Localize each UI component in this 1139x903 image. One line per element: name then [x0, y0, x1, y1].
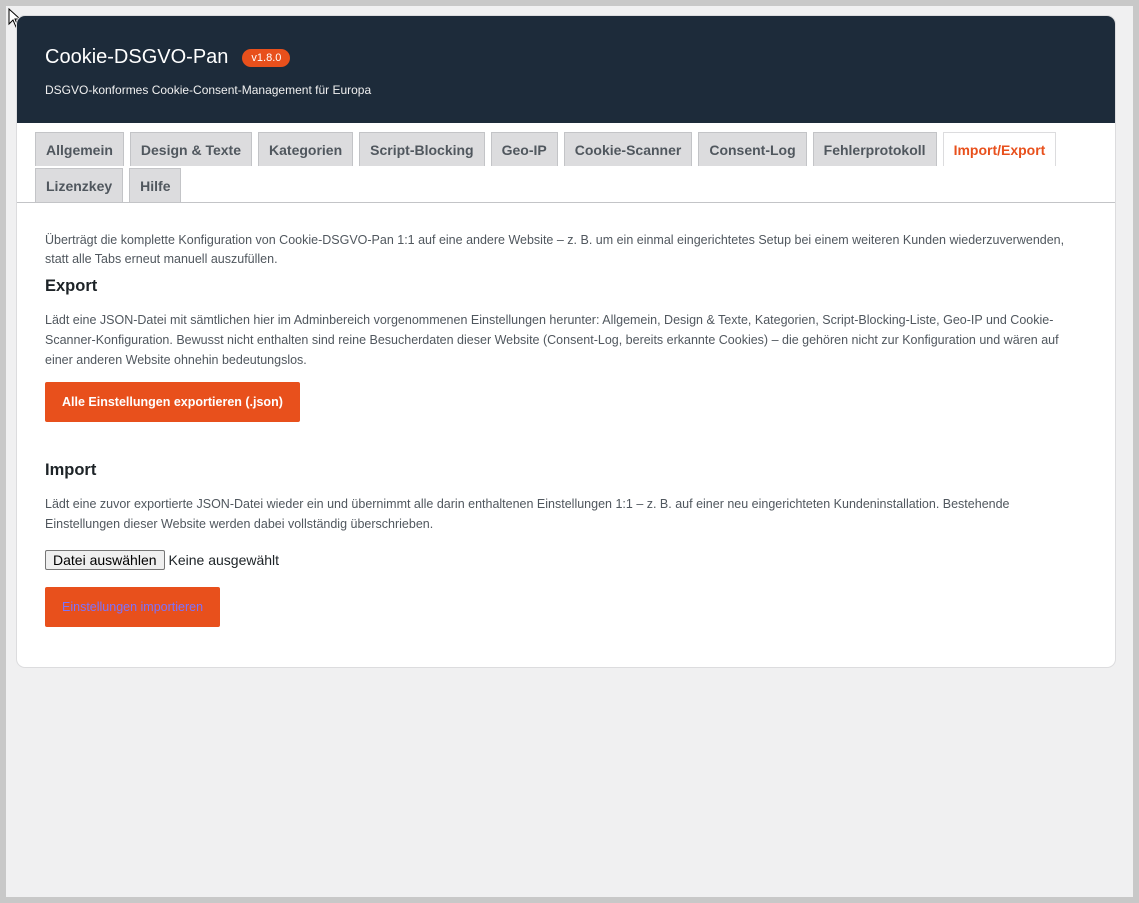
- plugin-header: Cookie-DSGVO-Pan v1.8.0 DSGVO-konformes …: [17, 16, 1115, 123]
- tab-kategorien[interactable]: Kategorien: [258, 132, 354, 166]
- version-badge: v1.8.0: [242, 48, 291, 67]
- tab-geo-ip[interactable]: Geo-IP: [490, 132, 558, 166]
- plugin-subtitle: DSGVO-konformes Cookie-Consent-Managemen…: [45, 83, 372, 97]
- plugin-title: Cookie-DSGVO-Pan: [45, 46, 229, 68]
- tab-script-blocking[interactable]: Script-Blocking: [359, 132, 485, 166]
- tab-fehlerprotokoll[interactable]: Fehlerprotokoll: [812, 132, 937, 166]
- intro-text: Überträgt die komplette Konfiguration vo…: [45, 233, 1065, 266]
- tab-design-texte[interactable]: Design & Texte: [129, 132, 253, 166]
- tab-content: Überträgt die komplette Konfiguration vo…: [17, 203, 1115, 667]
- tab-hilfe[interactable]: Hilfe: [129, 168, 182, 202]
- choose-file-button[interactable]: Datei auswählen: [45, 550, 165, 570]
- export-description: Lädt eine JSON-Datei mit sämtlichen hier…: [45, 313, 1059, 367]
- tab-cookie-scanner[interactable]: Cookie-Scanner: [563, 132, 693, 166]
- file-picker: Datei auswählen Keine ausgewählt: [45, 550, 1087, 570]
- title-row: Cookie-DSGVO-Pan v1.8.0: [45, 46, 1087, 69]
- import-heading: Import: [45, 461, 97, 479]
- tab-lizenzkey[interactable]: Lizenzkey: [35, 168, 124, 202]
- tab-consent-log[interactable]: Consent-Log: [698, 132, 807, 166]
- export-button[interactable]: Alle Einstellungen exportieren (.json): [45, 382, 300, 422]
- import-button[interactable]: Einstellungen importieren: [45, 587, 221, 627]
- file-status: Keine ausgewählt: [168, 552, 280, 568]
- tab-allgemein[interactable]: Allgemein: [35, 132, 124, 166]
- export-heading: Export: [45, 277, 98, 295]
- tab-import-export[interactable]: Import/Export: [942, 132, 1057, 166]
- import-description: Lädt eine zuvor exportierte JSON-Datei w…: [45, 497, 1010, 531]
- settings-panel: Cookie-DSGVO-Pan v1.8.0 DSGVO-konformes …: [17, 16, 1115, 667]
- tab-bar: Allgemein Design & Texte Kategorien Scri…: [17, 123, 1115, 203]
